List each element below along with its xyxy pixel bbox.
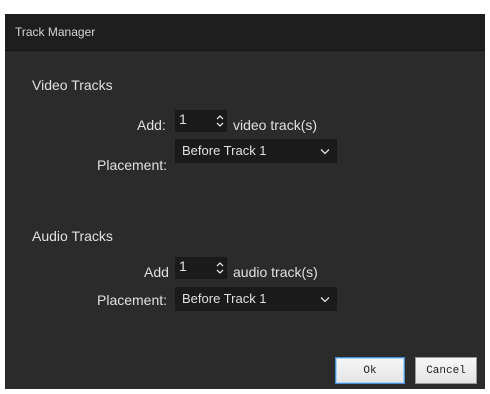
audio-add-value: 1 xyxy=(179,258,187,274)
spin-arrows-icon[interactable] xyxy=(215,112,225,130)
video-add-label: Add: xyxy=(137,117,166,133)
audio-placement-label: Placement: xyxy=(97,292,168,308)
audio-add-suffix: audio track(s) xyxy=(233,264,318,280)
audio-placement-dropdown[interactable]: Before Track 1 xyxy=(175,287,337,311)
title-bar[interactable]: Track Manager xyxy=(5,14,485,51)
cancel-button[interactable]: Cancel xyxy=(415,357,477,384)
window-title: Track Manager xyxy=(15,25,96,39)
audio-add-label: Add xyxy=(144,264,169,280)
chevron-down-icon xyxy=(320,149,330,155)
video-placement-label: Placement: xyxy=(97,157,168,173)
track-manager-dialog: Track Manager Video Tracks Add: 1 video … xyxy=(5,14,485,389)
video-tracks-heading: Video Tracks xyxy=(32,77,113,93)
chevron-down-icon xyxy=(320,297,330,303)
audio-placement-value: Before Track 1 xyxy=(182,291,267,306)
spin-arrows-icon[interactable] xyxy=(215,259,225,277)
ok-button[interactable]: Ok xyxy=(335,357,405,384)
audio-tracks-heading: Audio Tracks xyxy=(32,228,113,244)
video-add-value: 1 xyxy=(179,111,187,127)
video-add-suffix: video track(s) xyxy=(233,117,318,133)
video-placement-value: Before Track 1 xyxy=(182,143,267,158)
audio-add-spinbox[interactable]: 1 xyxy=(175,257,227,279)
video-add-spinbox[interactable]: 1 xyxy=(175,110,227,132)
video-placement-dropdown[interactable]: Before Track 1 xyxy=(175,139,337,163)
